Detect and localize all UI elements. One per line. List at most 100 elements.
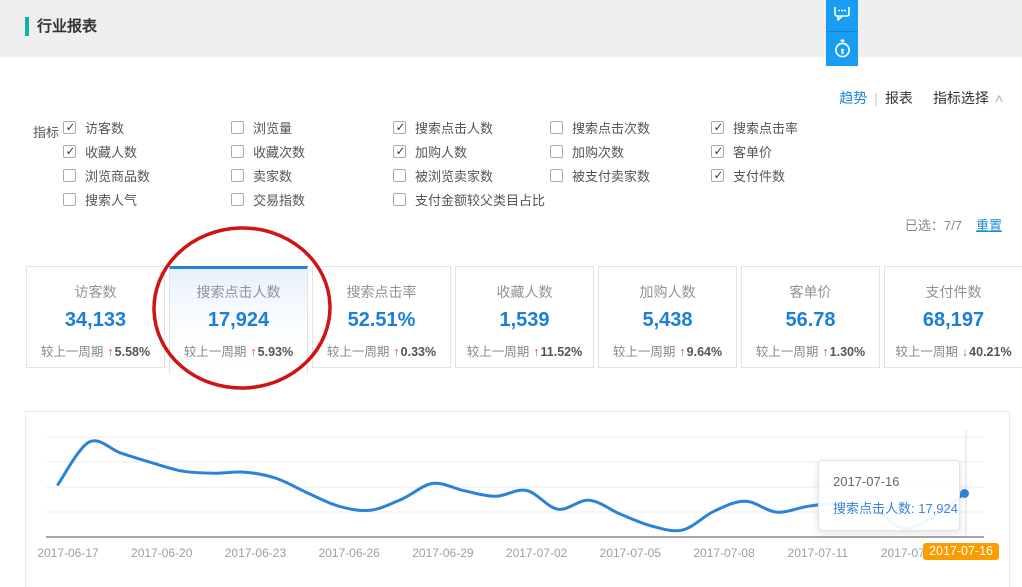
checkbox-icon[interactable] [393, 121, 406, 134]
industry-report-page: 行业报表 趋势 | 报表 [0, 0, 1022, 587]
metric-checkbox-item[interactable]: 加购次数 [550, 139, 650, 163]
page-header: 行业报表 [0, 0, 1022, 57]
checkbox-icon[interactable] [63, 121, 76, 134]
up-arrow-icon: ↑ [822, 345, 828, 359]
metric-checkbox-label: 浏览量 [253, 118, 292, 137]
trend-link[interactable]: 趋势 [839, 88, 867, 108]
card-value: 5,438 [599, 309, 736, 332]
timer-button[interactable] [826, 32, 858, 66]
compare-label: 较上一周期 [756, 345, 819, 359]
metric-checkbox-item[interactable]: 被浏览卖家数 [393, 163, 545, 187]
metric-card[interactable]: 收藏人数1,539较上一周期↑11.52% [455, 266, 594, 368]
metric-checkbox-label: 被支付卖家数 [572, 166, 650, 185]
title-accent-bar [25, 17, 29, 36]
current-date-badge: 2017-07-16 [923, 543, 999, 560]
card-title: 支付件数 [885, 282, 1022, 302]
metric-checkbox-item[interactable]: 加购人数 [393, 139, 545, 163]
separator: | [874, 90, 878, 106]
metric-checkbox-label: 卖家数 [253, 166, 292, 185]
metrics-label: 指标 [33, 122, 59, 141]
card-title: 访客数 [27, 282, 164, 302]
checkbox-icon[interactable] [393, 145, 406, 158]
metric-checkbox-label: 浏览商品数 [85, 166, 150, 185]
x-axis-tick-label: 2017-07-11 [788, 546, 849, 560]
x-axis-tick-label: 2017-06-17 [37, 546, 98, 560]
metric-checkbox-item[interactable]: 被支付卖家数 [550, 163, 650, 187]
metric-card[interactable]: 客单价56.78较上一周期↑1.30% [741, 266, 880, 368]
metric-checkbox-item[interactable]: 卖家数 [231, 163, 305, 187]
metric-checkbox-label: 客单价 [733, 142, 772, 161]
change-percent: 0.33% [401, 345, 436, 359]
checkbox-icon[interactable] [550, 169, 563, 182]
change-percent: 40.21% [969, 345, 1011, 359]
up-arrow-icon: ↑ [393, 345, 399, 359]
checkbox-icon[interactable] [550, 145, 563, 158]
metric-card-selected[interactable]: 搜索点击人数17,924较上一周期↑5.93% [169, 266, 308, 374]
checkbox-icon[interactable] [550, 121, 563, 134]
checkbox-icon[interactable] [231, 145, 244, 158]
card-title: 收藏人数 [456, 282, 593, 302]
feedback-button[interactable] [826, 0, 858, 32]
up-arrow-icon: ↑ [679, 345, 685, 359]
metric-card[interactable]: 访客数34,133较上一周期↑5.58% [26, 266, 165, 368]
metric-column: 访客数收藏人数浏览商品数搜索人气 [63, 115, 150, 211]
change-percent: 5.93% [258, 345, 293, 359]
checkbox-icon[interactable] [231, 121, 244, 134]
metric-checkbox-label: 支付件数 [733, 166, 785, 185]
metric-checkbox-item[interactable]: 支付金额较父类目占比 [393, 187, 545, 211]
compare-label: 较上一周期 [184, 345, 247, 359]
metric-checkbox-item[interactable]: 浏览商品数 [63, 163, 150, 187]
checkbox-icon[interactable] [711, 121, 724, 134]
metric-card[interactable]: 加购人数5,438较上一周期↑9.64% [598, 266, 737, 368]
metric-checkbox-item[interactable]: 收藏次数 [231, 139, 305, 163]
metric-cards-row: 访客数34,133较上一周期↑5.58%搜索点击人数17,924较上一周期↑5.… [26, 266, 1022, 374]
metric-checkbox-item[interactable]: 交易指数 [231, 187, 305, 211]
x-axis-tick-label: 2017-06-23 [225, 546, 286, 560]
card-change: 较上一周期↑11.52% [456, 341, 593, 360]
metric-checkbox-label: 搜索点击率 [733, 118, 798, 137]
tooltip-date: 2017-07-16 [833, 474, 945, 489]
x-axis-tick-label: 2017-07-02 [506, 546, 567, 560]
card-change: 较上一周期↑1.30% [742, 341, 879, 360]
up-arrow-icon: ↑ [250, 345, 256, 359]
floating-toolbar [826, 0, 858, 66]
metric-checkbox-label: 搜索人气 [85, 190, 137, 209]
metric-card[interactable]: 支付件数68,197较上一周期↓40.21% [884, 266, 1022, 368]
selection-summary: 已选：7/7 重置 [905, 215, 1002, 234]
metric-checkbox-label: 被浏览卖家数 [415, 166, 493, 185]
up-arrow-icon: ↑ [533, 345, 539, 359]
metric-checkbox-item[interactable]: 搜索人气 [63, 187, 150, 211]
metric-checkbox-item[interactable]: 收藏人数 [63, 139, 150, 163]
metric-checkbox-label: 加购人数 [415, 142, 467, 161]
chat-icon [833, 7, 851, 25]
metric-checkbox-item[interactable]: 支付件数 [711, 163, 798, 187]
compare-label: 较上一周期 [327, 345, 390, 359]
change-percent: 9.64% [687, 345, 722, 359]
x-axis-tick-label: 2017-07-05 [600, 546, 661, 560]
metric-checkbox-label: 交易指数 [253, 190, 305, 209]
checkbox-icon[interactable] [393, 169, 406, 182]
report-link[interactable]: 报表 [885, 88, 913, 108]
checkbox-icon[interactable] [231, 193, 244, 206]
compare-label: 较上一周期 [895, 345, 958, 359]
metric-checkbox-item[interactable]: 搜索点击率 [711, 115, 798, 139]
checkbox-icon[interactable] [63, 145, 76, 158]
checkbox-icon[interactable] [231, 169, 244, 182]
checkbox-icon[interactable] [711, 169, 724, 182]
chevron-up-icon: ∧ [993, 92, 1004, 105]
checkbox-icon[interactable] [63, 169, 76, 182]
selected-count: 已选：7/7 [905, 215, 962, 234]
checkbox-icon[interactable] [393, 193, 406, 206]
metric-select-toggle[interactable]: 指标选择 ∧ [933, 88, 1003, 108]
metric-checkbox-item[interactable]: 搜索点击人数 [393, 115, 545, 139]
page-title: 行业报表 [37, 17, 97, 37]
metric-checkbox-item[interactable]: 访客数 [63, 115, 150, 139]
reset-link[interactable]: 重置 [976, 215, 1002, 234]
metric-checkbox-item[interactable]: 浏览量 [231, 115, 305, 139]
checkbox-icon[interactable] [63, 193, 76, 206]
card-value: 34,133 [27, 309, 164, 332]
checkbox-icon[interactable] [711, 145, 724, 158]
metric-card[interactable]: 搜索点击率52.51%较上一周期↑0.33% [312, 266, 451, 368]
metric-checkbox-item[interactable]: 客单价 [711, 139, 798, 163]
metric-checkbox-item[interactable]: 搜索点击次数 [550, 115, 650, 139]
